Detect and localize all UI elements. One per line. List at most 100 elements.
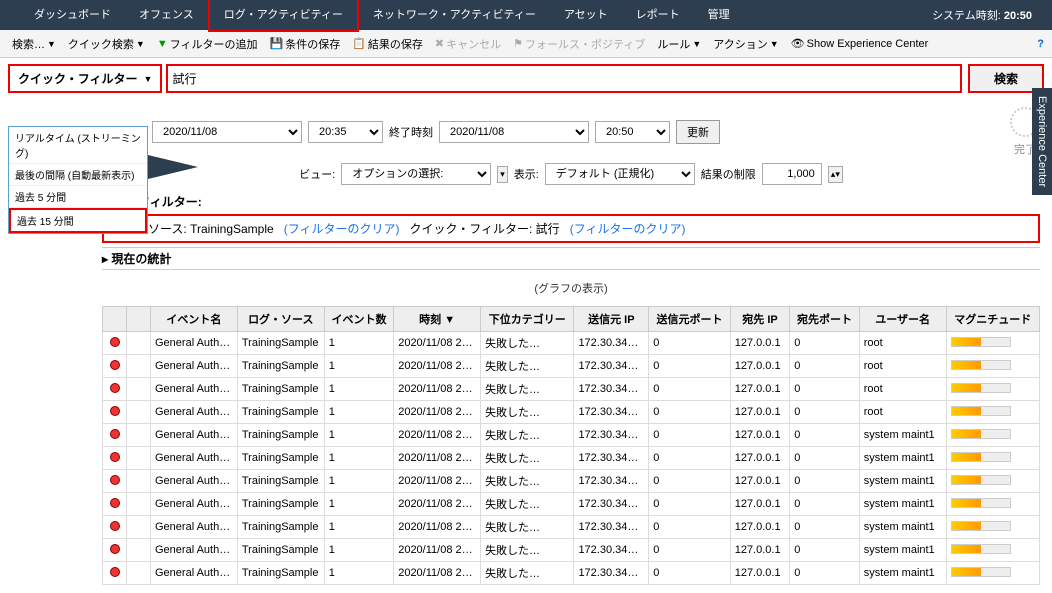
cell: 127.0.0.1: [730, 493, 790, 516]
quick-filter-input[interactable]: 試行: [166, 64, 962, 93]
view-select[interactable]: オプションの選択:: [341, 163, 491, 185]
cell: 0: [649, 424, 730, 447]
events-table: イベント名ログ・ソースイベント数時刻 ▼下位カテゴリー送信元 IP送信元ポート宛…: [102, 306, 1040, 585]
search-menu[interactable]: 検索… ▼: [8, 36, 60, 52]
table-row[interactable]: General Auth…TrainingSample12020/11/08 2…: [103, 493, 1040, 516]
cell: system maint1: [859, 562, 946, 585]
cell: 0: [649, 493, 730, 516]
cell: 2020/11/08 2…: [394, 493, 481, 516]
cell: TrainingSample: [237, 378, 324, 401]
table-row[interactable]: General Auth…TrainingSample12020/11/08 2…: [103, 355, 1040, 378]
view-spin[interactable]: ▾: [497, 166, 508, 183]
add-filter[interactable]: ▼フィルターの追加: [153, 36, 262, 52]
end-time[interactable]: 20:50: [595, 121, 670, 143]
col-header[interactable]: マグニチュード: [946, 307, 1039, 332]
start-date[interactable]: 2020/11/08: [152, 121, 302, 143]
magnitude-cell: [946, 378, 1039, 401]
graph-toggle[interactable]: (グラフの表示): [102, 280, 1040, 296]
tab-offense[interactable]: オフェンス: [125, 0, 208, 30]
magnitude-cell: [946, 562, 1039, 585]
opt-last-5min[interactable]: 過去 5 分間: [9, 186, 147, 208]
clear-filter-quick[interactable]: (フィルターのクリア): [570, 220, 686, 237]
limit-spin[interactable]: ▴▾: [828, 166, 843, 183]
record-icon: [103, 355, 127, 378]
tab-dashboard[interactable]: ダッシュボード: [20, 0, 125, 30]
table-row[interactable]: General Auth…TrainingSample12020/11/08 2…: [103, 470, 1040, 493]
cell: 0: [790, 447, 859, 470]
tab-network-activity[interactable]: ネットワーク・アクティビティー: [359, 0, 550, 30]
col-header[interactable]: 宛先ポート: [790, 307, 859, 332]
blank-cell: [127, 516, 151, 539]
tab-log-activity[interactable]: ログ・アクティビティー: [208, 0, 359, 32]
stats-toggle[interactable]: ▸ 現在の統計: [102, 247, 1040, 270]
table-row[interactable]: General Auth…TrainingSample12020/11/08 2…: [103, 401, 1040, 424]
cell: 172.30.34…: [574, 378, 649, 401]
cell: General Auth…: [151, 562, 238, 585]
cell: 127.0.0.1: [730, 355, 790, 378]
cell: 0: [790, 493, 859, 516]
col-header[interactable]: イベント名: [151, 307, 238, 332]
cell: root: [859, 401, 946, 424]
cell: 127.0.0.1: [730, 378, 790, 401]
end-label: 終了時刻: [389, 124, 433, 140]
magnitude-cell: [946, 447, 1039, 470]
table-row[interactable]: General Auth…TrainingSample12020/11/08 2…: [103, 516, 1040, 539]
cell: 127.0.0.1: [730, 332, 790, 355]
clear-filter-source[interactable]: (フィルターのクリア): [284, 220, 400, 237]
show-exp-center[interactable]: 👁Show Experience Center: [787, 37, 933, 50]
end-date[interactable]: 2020/11/08: [439, 121, 589, 143]
col-header[interactable]: [103, 307, 127, 332]
tab-admin[interactable]: 管理: [694, 0, 744, 30]
col-header[interactable]: ユーザー名: [859, 307, 946, 332]
col-header[interactable]: 宛先 IP: [730, 307, 790, 332]
cell: General Auth…: [151, 332, 238, 355]
help-icon[interactable]: ?: [1037, 38, 1044, 50]
cell: 127.0.0.1: [730, 516, 790, 539]
col-header[interactable]: 送信元ポート: [649, 307, 730, 332]
limit-input[interactable]: [762, 163, 822, 185]
experience-center-tab[interactable]: Experience Center: [1032, 88, 1052, 195]
cell: 172.30.34…: [574, 447, 649, 470]
opt-last-interval[interactable]: 最後の間隔 (自動最新表示): [9, 164, 147, 186]
cell: 0: [790, 355, 859, 378]
col-header[interactable]: 時刻 ▼: [394, 307, 481, 332]
cell: 127.0.0.1: [730, 539, 790, 562]
update-button[interactable]: 更新: [676, 120, 720, 144]
col-header[interactable]: イベント数: [324, 307, 393, 332]
cell: General Auth…: [151, 401, 238, 424]
cell: system maint1: [859, 470, 946, 493]
table-row[interactable]: General Auth…TrainingSample12020/11/08 2…: [103, 562, 1040, 585]
table-row[interactable]: General Auth…TrainingSample12020/11/08 2…: [103, 424, 1040, 447]
col-header[interactable]: ログ・ソース: [237, 307, 324, 332]
magnitude-cell: [946, 401, 1039, 424]
cell: TrainingSample: [237, 562, 324, 585]
tab-reports[interactable]: レポート: [622, 0, 694, 30]
table-row[interactable]: General Auth…TrainingSample12020/11/08 2…: [103, 378, 1040, 401]
tab-assets[interactable]: アセット: [550, 0, 622, 30]
table-row[interactable]: General Auth…TrainingSample12020/11/08 2…: [103, 539, 1040, 562]
blank-cell: [127, 447, 151, 470]
display-select[interactable]: デフォルト (正規化): [545, 163, 695, 185]
col-header[interactable]: 下位カテゴリー: [481, 307, 574, 332]
actions-menu[interactable]: アクション ▼: [709, 36, 782, 52]
cell: system maint1: [859, 424, 946, 447]
table-row[interactable]: General Auth…TrainingSample12020/11/08 2…: [103, 332, 1040, 355]
col-header[interactable]: [127, 307, 151, 332]
record-icon: [103, 424, 127, 447]
cell: TrainingSample: [237, 401, 324, 424]
save-criteria[interactable]: 💾条件の保存: [266, 36, 345, 52]
rules-menu[interactable]: ルール ▼: [653, 36, 705, 52]
blank-cell: [127, 539, 151, 562]
start-time[interactable]: 20:35: [308, 121, 383, 143]
cell: 172.30.34…: [574, 355, 649, 378]
quick-filter-dropdown[interactable]: クイック・フィルター▼: [8, 64, 162, 93]
blank-cell: [127, 378, 151, 401]
col-header[interactable]: 送信元 IP: [574, 307, 649, 332]
save-results[interactable]: 📋結果の保存: [348, 36, 427, 52]
cell: 0: [790, 424, 859, 447]
opt-last-15min[interactable]: 過去 15 分間: [9, 208, 147, 233]
opt-realtime[interactable]: リアルタイム (ストリーミング): [9, 127, 147, 164]
cell: system maint1: [859, 516, 946, 539]
quick-search-menu[interactable]: クイック検索 ▼: [64, 36, 149, 52]
table-row[interactable]: General Auth…TrainingSample12020/11/08 2…: [103, 447, 1040, 470]
